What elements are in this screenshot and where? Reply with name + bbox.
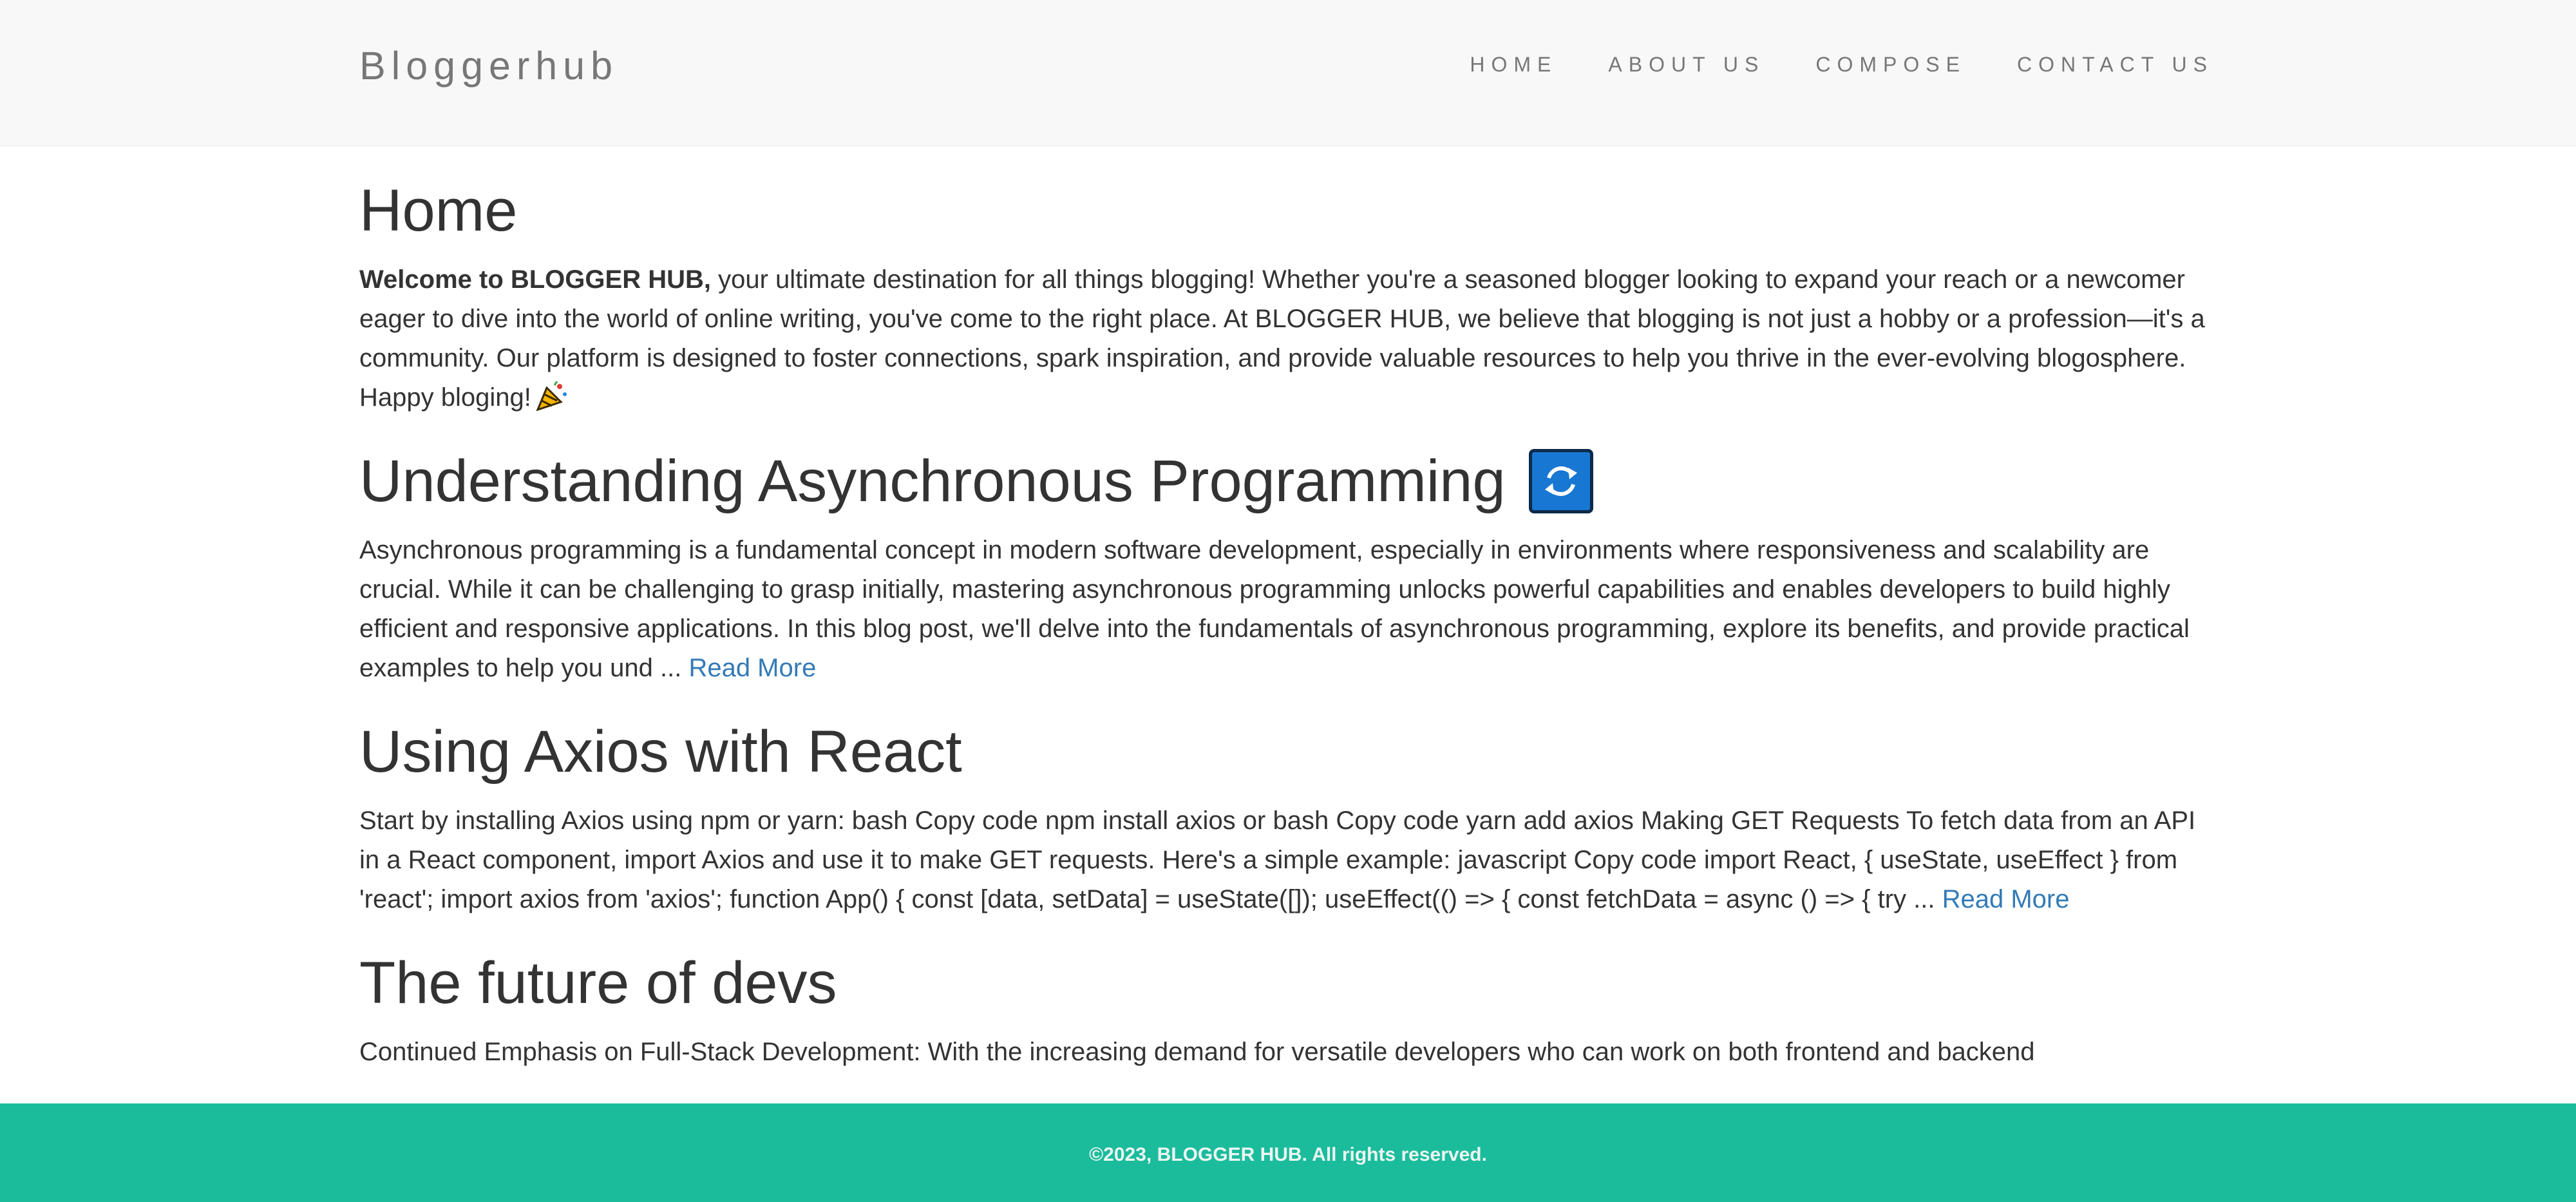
- brand-logo[interactable]: Bloggerhub: [359, 40, 618, 91]
- page-title: Home: [359, 178, 518, 243]
- footer-copyright: ©2023, BLOGGER HUB. All rights reserved.: [1089, 1144, 1487, 1165]
- nav-link-compose[interactable]: COMPOSE: [1815, 53, 1966, 76]
- sync-icon: [1528, 449, 1593, 513]
- nav-item-contact-us: CONTACT US: [2017, 50, 2213, 79]
- nav-item-compose: COMPOSE: [1815, 50, 1966, 79]
- party-popper-icon: [535, 381, 569, 412]
- nav-item-about-us: ABOUT US: [1608, 50, 1765, 79]
- nav-item-home: HOME: [1470, 50, 1557, 79]
- read-more-link[interactable]: Read More: [688, 654, 816, 682]
- main-content: Home Welcome to BLOGGER HUB, your ultima…: [359, 173, 2215, 1072]
- intro-bold-text: Welcome to BLOGGER HUB,: [359, 265, 711, 294]
- post-card: Using Axios with React Start by installi…: [359, 714, 2215, 919]
- post-excerpt: Continued Emphasis on Full-Stack Develop…: [359, 1033, 2215, 1072]
- footer: ©2023, BLOGGER HUB. All rights reserved.: [0, 1103, 2576, 1202]
- nav-link-home[interactable]: HOME: [1470, 53, 1557, 76]
- post-title: The future of devs: [359, 950, 837, 1016]
- post-excerpt-text: Asynchronous programming is a fundamenta…: [359, 536, 2190, 682]
- post-title-text: Understanding Asynchronous Programming: [359, 448, 1506, 514]
- nav-link-about-us[interactable]: ABOUT US: [1608, 53, 1765, 76]
- read-more-link[interactable]: Read More: [1942, 885, 2070, 913]
- post-card: The future of devs Continued Emphasis on…: [359, 945, 2215, 1072]
- post-excerpt-text: Continued Emphasis on Full-Stack Develop…: [359, 1038, 2035, 1066]
- post-excerpt-text: Start by installing Axios using npm or y…: [359, 806, 2196, 913]
- intro-paragraph: Welcome to BLOGGER HUB, your ultimate de…: [359, 260, 2215, 417]
- post-excerpt: Start by installing Axios using npm or y…: [359, 801, 2215, 919]
- nav-menu: HOME ABOUT US COMPOSE CONTACT US: [1470, 50, 2213, 79]
- navbar: Bloggerhub HOME ABOUT US COMPOSE CONTACT…: [0, 0, 2576, 146]
- post-excerpt: Asynchronous programming is a fundamenta…: [359, 531, 2215, 688]
- post-title: Using Axios with React: [359, 719, 962, 785]
- post-title: Understanding Asynchronous Programming: [359, 443, 2215, 519]
- post-card: Understanding Asynchronous Programming A…: [359, 443, 2215, 688]
- nav-link-contact-us[interactable]: CONTACT US: [2017, 53, 2213, 76]
